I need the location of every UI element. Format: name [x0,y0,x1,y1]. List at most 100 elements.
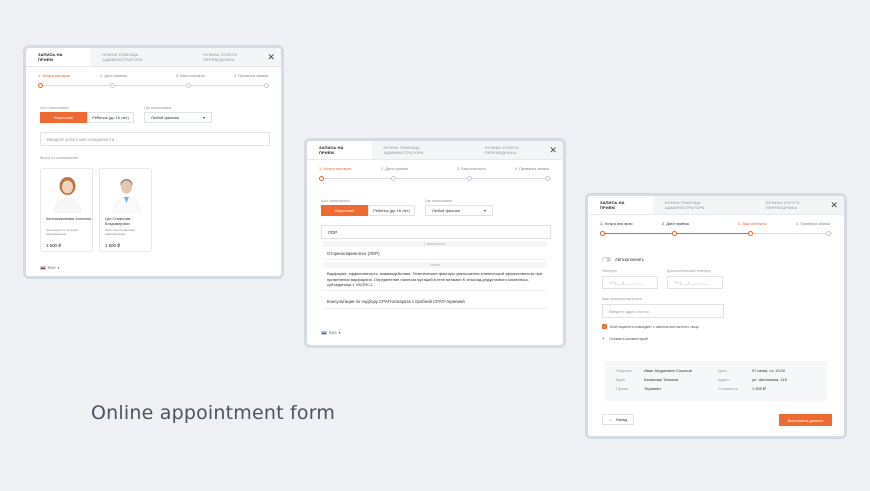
back-button[interactable]: ← Назад [602,414,634,425]
booking-window-step1: Запись на прием Нужна помощь администрат… [23,45,284,279]
step-3-dot [186,83,191,88]
service-result-2[interactable]: Консультация по подбору СРАП-аппарата с … [323,298,547,309]
summary-address-key: Адрес [718,377,730,382]
doctor-card-2[interactable]: Цех Станислав Владимирович врач-хирурга … [99,168,152,252]
doctor-name: Цех Станислав Владимирович [105,217,131,226]
child-button[interactable]: Ребенок (до 16 лет) [87,112,134,123]
language-switcher[interactable]: RUS ▾ [40,266,59,270]
step-1-dot [600,231,605,236]
step-3-dot [467,176,472,181]
doctor-specialty: врач-хирурга высшей квалификации [105,228,135,236]
tab-booking[interactable]: Запись на прием [307,141,372,159]
branch-value: Любой филиал [151,115,180,120]
step-line [38,85,269,86]
stepper: 1. Услуга или врач 2. Дата приёма 3. Ваш… [38,67,269,91]
language-switcher[interactable]: RUS ▾ [321,331,340,335]
branch-select[interactable]: Любой филиал ▾ [425,205,493,216]
russia-flag-icon [321,331,327,335]
step-4-dot [264,83,269,88]
service-result-1[interactable]: Варфарин: эффективность, взаимодействия.… [323,270,547,291]
doctors-label: Врачи по записывание [40,156,78,160]
who-label: Кого записываем [40,106,69,110]
summary-doctor-key: Врач [616,377,626,382]
extra-phone-input[interactable]: +7 (___) ___-__-__ [667,276,723,289]
adult-button[interactable]: Взрослый [321,205,368,216]
language-label: RUS [48,266,56,270]
step-2-label[interactable]: 2. Дата приёма [100,74,127,78]
tab-bar: Запись на прием Нужна помощь администрат… [307,141,563,160]
step-line [319,178,551,179]
step-1-label[interactable]: 1. Услуга или врач [600,222,633,226]
section-specialists: Специалисты [323,241,547,247]
close-icon[interactable]: ✕ [830,200,838,211]
doctor-price: 1 500 ₽ [105,243,121,248]
adult-button[interactable]: Взрослый [40,112,87,123]
stepper: 1. Услуга или врач 2. Дата приёма 3. Ваш… [319,160,551,184]
who-label: Кого записываем [321,199,350,203]
branch-select[interactable]: Любой филиал ▾ [144,112,212,123]
step-2-label[interactable]: 2. Дата приёма [381,167,408,171]
step-1-dot [319,176,324,181]
close-icon[interactable]: ✕ [549,145,557,156]
autofill-label: Автозаполнить [615,257,645,262]
step-4-label[interactable]: 4. Проверка заявки [796,222,830,226]
tab-admin-help[interactable]: Нужна помощь администратора [90,48,191,66]
doctor-name: Котельникевская Ангелина [46,217,91,221]
consent-label: Мой пациента совпадает с именем контактн… [610,325,699,329]
doctor-card-1[interactable]: Котельникевская Ангелина фонтандиолог вы… [40,168,93,252]
chevron-down-icon: ▾ [338,331,341,335]
branch-label: Где записываем [425,199,453,203]
step-2-dot [110,83,115,88]
chevron-down-icon: ▾ [202,115,205,120]
doctor-photo [112,179,141,213]
email-label: Ваш электронная почта [602,297,642,301]
chevron-down-icon: ▾ [57,266,60,270]
step-3-label[interactable]: 3. Ваш контакты [176,74,205,78]
consent-checkbox[interactable]: ✓ [602,324,607,329]
tab-booking[interactable]: Запись на прием [26,48,91,66]
add-comment-link[interactable]: Оставить комментарий [609,337,648,341]
service-search-input[interactable]: ЛОР [321,225,551,239]
section-services: Услуги [323,262,547,268]
tab-bar: Запись на прием Нужна помощь администрат… [588,196,844,215]
specialist-result[interactable]: Оториноларинголог (ЛОР) [323,249,547,260]
service-search-input[interactable]: Введите услугу или специалиста [40,132,270,146]
step-4-dot [826,231,831,236]
plus-icon[interactable]: + [602,336,605,341]
extra-phone-label: Дополнительный телефон [667,269,711,273]
back-label: Назад [615,417,628,422]
step-3-label[interactable]: 3. Ваш контакты [738,222,767,226]
phone-label: Телефон [602,269,617,273]
summary-service-key: Прием [616,386,629,391]
summary-cost-key: Стоимость [718,386,739,391]
step-1-label[interactable]: 1. Услуга или врач [38,74,71,78]
step-4-label[interactable]: 4. Проверка заявки [234,74,268,78]
booking-summary: Пациент Иван Андреевич Соколов Врач Кали… [604,361,828,401]
step-1-label[interactable]: 1. Услуга или врач [319,167,352,171]
submit-button[interactable]: Выполнить данные [779,414,832,426]
doctor-specialty: фонтандиолог высшей квалификации [46,228,78,236]
arrow-left-icon: ← [608,417,613,422]
step-2-dot [672,231,677,236]
russia-flag-icon [40,266,46,270]
chevron-down-icon: ▾ [483,208,486,213]
page-caption: Online appointment form [91,402,336,424]
tab-admin-help[interactable]: Нужна помощь администратора [653,196,754,214]
summary-patient-value: Иван Андреевич Соколов [644,368,692,373]
step-2-label[interactable]: 2. Дата приёма [662,222,689,226]
close-icon[interactable]: ✕ [267,52,275,63]
step-3-dot [748,231,753,236]
child-button[interactable]: Ребенок (до 16 лет) [368,205,415,216]
step-1-dot [38,83,43,88]
tab-admin-help[interactable]: Нужна помощь администратора [372,141,473,159]
branch-label: Где записываем [144,106,172,110]
tab-booking[interactable]: Запись на прием [588,196,653,214]
phone-input[interactable]: +7 (___) ___-__-__ [602,276,658,289]
doctor-price: 1 500 ₽ [46,243,62,248]
summary-date-value: 07 июня, чт, 13:00 [752,368,786,373]
email-input[interactable]: Введите адрес почты [602,304,724,318]
step-3-label[interactable]: 3. Ваш контакты [457,167,486,171]
autofill-toggle[interactable] [602,257,611,262]
language-label: RUS [329,331,337,335]
step-4-label[interactable]: 4. Проверка заявки [515,167,549,171]
